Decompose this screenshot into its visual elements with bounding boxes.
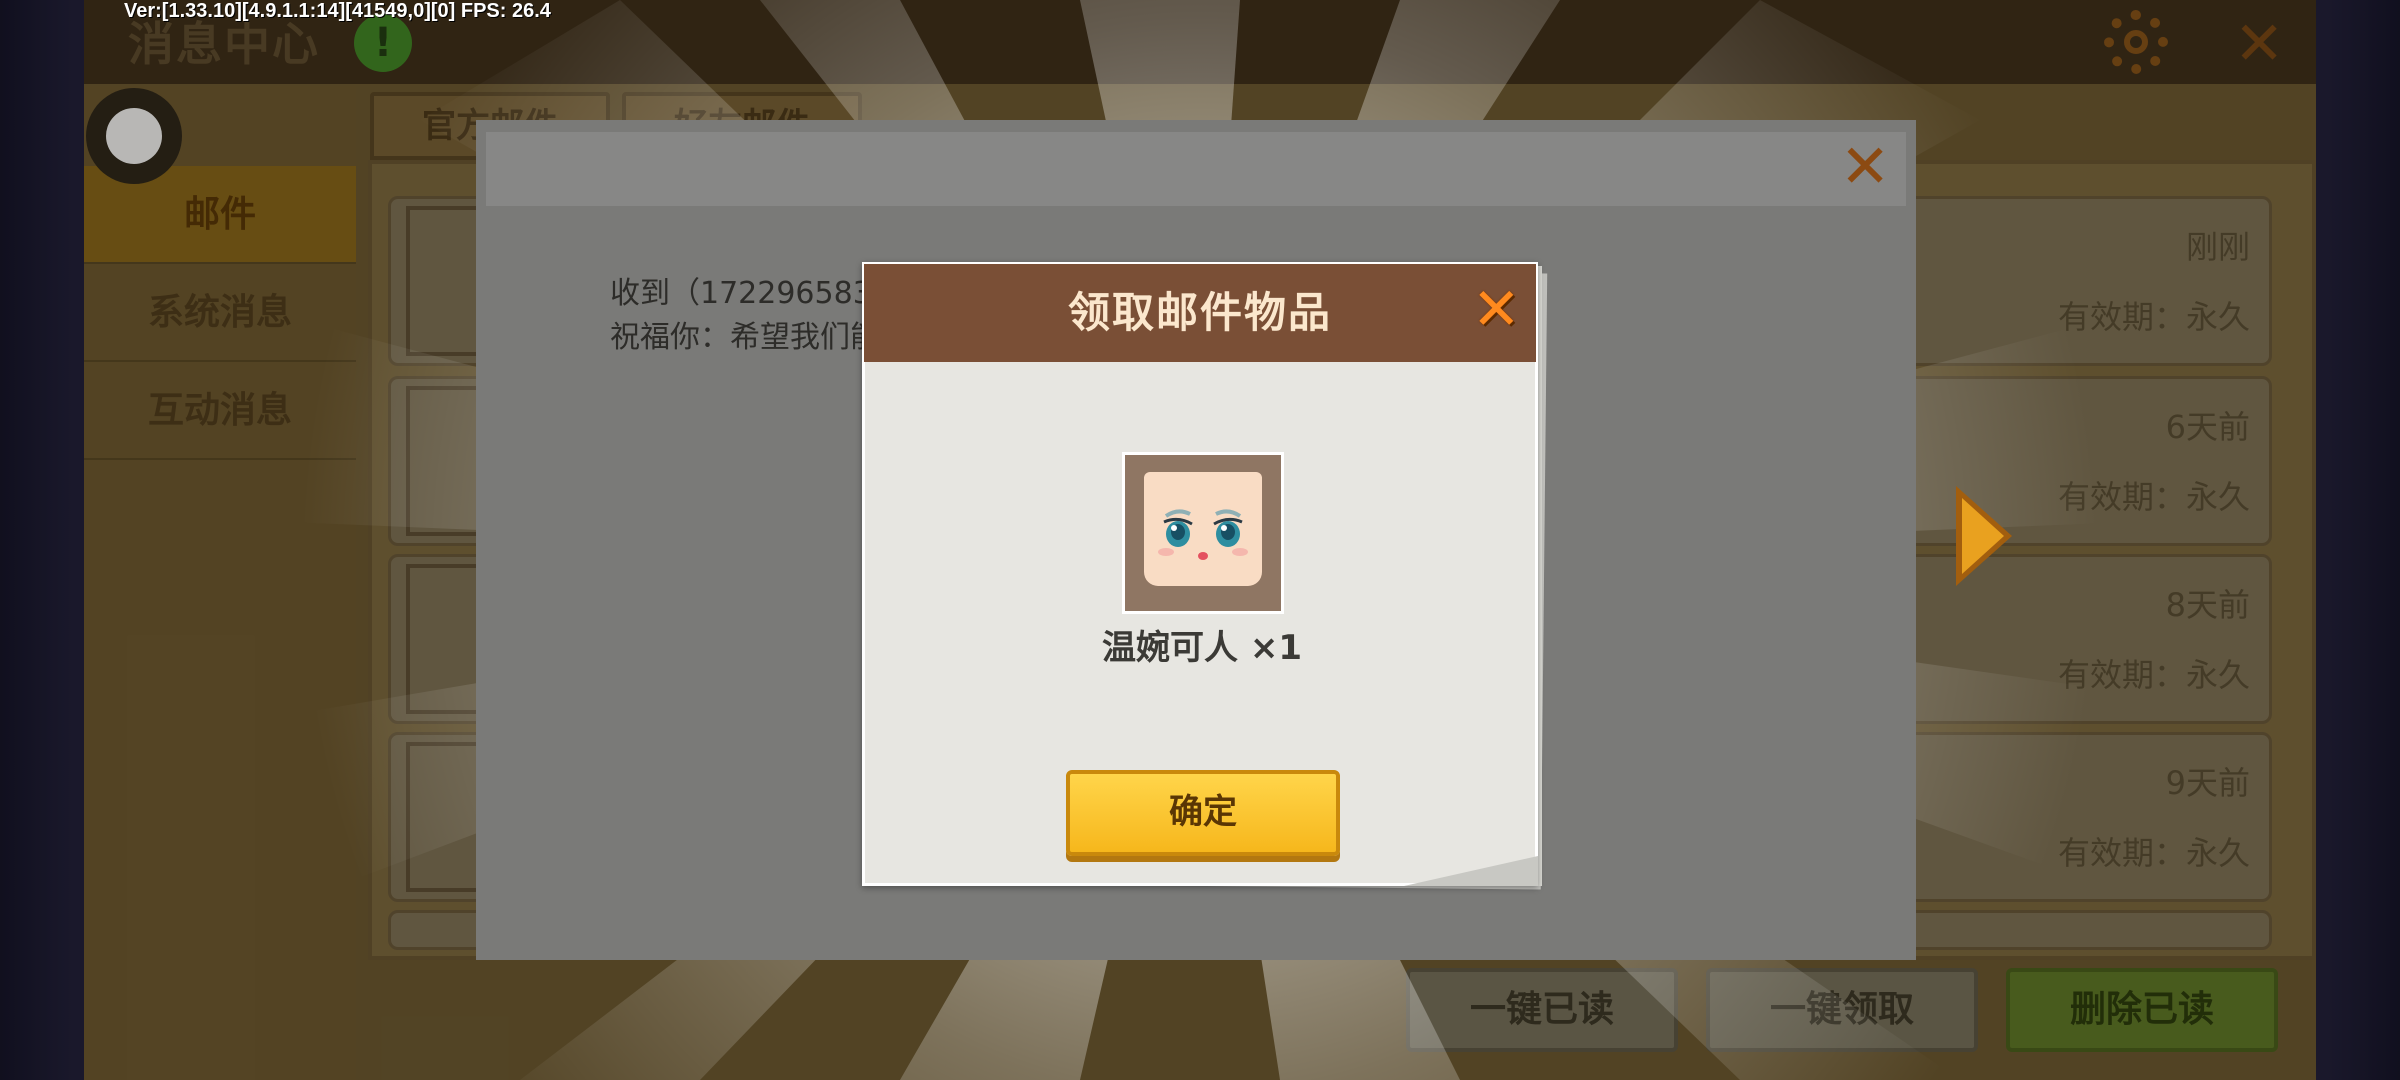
confirm-button[interactable]: 确定 (1066, 770, 1340, 856)
item-name: 温婉可人 ×1 (1102, 628, 1302, 668)
mail-detail-header (486, 132, 1906, 206)
mail-body-line: 收到（1722965838 (610, 276, 891, 311)
paper-curl (1404, 856, 1538, 886)
face-skin-icon (1144, 472, 1262, 586)
mail-body-line: 祝福你：希望我们能 (610, 320, 880, 355)
mail-body: 收到（1722965838 祝福你：希望我们能 (610, 272, 891, 360)
dialog-title: 领取邮件物品 (1067, 288, 1332, 337)
face-drawing (1158, 509, 1248, 560)
close-icon[interactable]: ✕ (1840, 136, 1890, 198)
next-arrow-fill (1962, 498, 2004, 574)
debug-fps-text: Ver:[1.33.10][4.9.1.1:14][41549,0][0] FP… (124, 0, 551, 22)
close-icon[interactable]: ✕ (1472, 278, 1526, 340)
